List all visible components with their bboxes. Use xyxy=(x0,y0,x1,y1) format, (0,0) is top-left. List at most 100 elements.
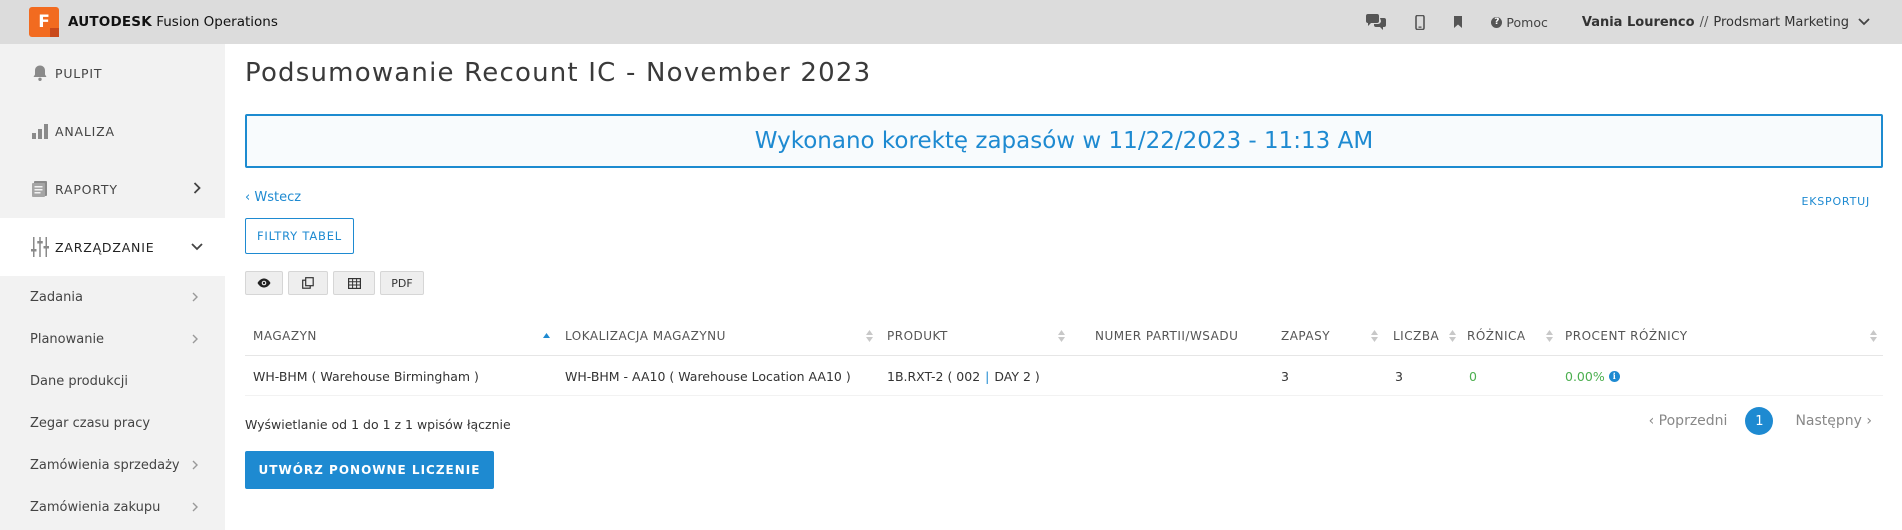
chevron-left-icon: ‹ xyxy=(245,190,255,205)
table-filters-button[interactable]: FILTRY TABEL xyxy=(245,218,354,254)
sidebar-sub-label: Zamówienia sprzedaży xyxy=(30,457,180,473)
chevron-right-icon xyxy=(192,460,198,470)
col-roznica[interactable]: RÓŻNICA xyxy=(1467,316,1526,356)
main-content: Podsumowanie Recount IC - November 2023 … xyxy=(225,44,1902,530)
sidebar-sub-dane-produkcji[interactable]: Dane produkcji xyxy=(0,360,225,402)
sidebar-item-label: ANALIZA xyxy=(55,123,115,139)
sidebar-sub-zadania[interactable]: Zadania xyxy=(0,276,225,318)
col-magazyn[interactable]: MAGAZYN xyxy=(253,316,317,356)
mobile-icon[interactable] xyxy=(1415,14,1426,30)
bar-chart-icon xyxy=(29,120,51,142)
top-bar: F AUTODESK Fusion Operations ? Pomoc Van… xyxy=(0,0,1902,44)
sort-asc-icon[interactable] xyxy=(542,328,551,344)
sidebar: PULPIT ANALIZA RAPORTY ZARZĄDZANIE Zadan… xyxy=(0,44,225,530)
sidebar-sub-zegar[interactable]: Zegar czasu pracy xyxy=(0,402,225,444)
prev-page-button[interactable]: ‹ Poprzedni xyxy=(1649,413,1728,429)
chevron-right-icon xyxy=(192,334,198,344)
pdf-button[interactable]: PDF xyxy=(380,271,424,295)
column-visibility-button[interactable] xyxy=(245,271,283,295)
prev-label: Poprzedni xyxy=(1658,413,1728,429)
chevron-down-icon xyxy=(191,243,203,251)
export-link[interactable]: EKSPORTUJ xyxy=(1802,195,1871,208)
sidebar-item-analiza[interactable]: ANALIZA xyxy=(0,102,225,160)
cell-lokalizacja: WH-BHM - AA10 ( Warehouse Location AA10 … xyxy=(565,368,851,384)
question-icon: ? xyxy=(1491,16,1503,28)
brand[interactable]: F AUTODESK Fusion Operations xyxy=(29,7,278,37)
sort-icon[interactable] xyxy=(1057,328,1066,344)
cell-liczba: 3 xyxy=(1395,368,1403,384)
chevron-right-icon xyxy=(192,292,198,302)
cell-produkt: 1B.RXT-2 ( 002 | DAY 2 ) xyxy=(887,356,1040,396)
user-menu[interactable]: Vania Lourenco // Prodsmart Marketing xyxy=(1582,15,1870,30)
sidebar-item-raporty[interactable]: RAPORTY xyxy=(0,160,225,218)
chevron-right-icon xyxy=(193,182,201,194)
back-link[interactable]: ‹ Wstecz xyxy=(245,190,301,205)
sidebar-sub-zamowienia-sprzedazy[interactable]: Zamówienia sprzedaży xyxy=(0,444,225,486)
cell-zapasy: 3 xyxy=(1281,368,1289,384)
pagination: ‹ Poprzedni 1 Następny › xyxy=(1649,407,1872,435)
excel-button[interactable] xyxy=(333,271,375,295)
copy-button[interactable] xyxy=(288,271,328,295)
sidebar-sub-label: Planowanie xyxy=(30,331,105,347)
col-produkt[interactable]: PRODUKT xyxy=(887,316,948,356)
sidebar-item-label: RAPORTY xyxy=(55,181,118,197)
help-link[interactable]: ? Pomoc xyxy=(1491,14,1548,30)
bell-icon xyxy=(29,62,51,84)
copy-icon xyxy=(302,277,314,289)
sidebar-item-label: PULPIT xyxy=(55,65,103,81)
chat-icon[interactable] xyxy=(1365,14,1387,30)
cell-procent: 0.00% i xyxy=(1565,356,1620,396)
bookmark-icon[interactable] xyxy=(1453,16,1463,28)
table-row: WH-BHM ( Warehouse Birmingham ) WH-BHM -… xyxy=(245,356,1883,396)
col-zapasy[interactable]: ZAPASY xyxy=(1281,316,1330,356)
create-recount-button[interactable]: UTWÓRZ PONOWNE LICZENIE xyxy=(245,451,494,489)
product-separator: | xyxy=(985,368,990,384)
product-day: DAY 2 ) xyxy=(994,368,1040,384)
sort-icon[interactable] xyxy=(1545,328,1554,344)
sidebar-sub-label: Zamówienia zakupu xyxy=(30,499,161,515)
sidebar-sub-zamowienia-zakupu[interactable]: Zamówienia zakupu xyxy=(0,486,225,528)
reports-icon xyxy=(29,178,51,200)
sidebar-item-pulpit[interactable]: PULPIT xyxy=(0,44,225,102)
cell-magazyn: WH-BHM ( Warehouse Birmingham ) xyxy=(253,368,479,384)
table-header-row: MAGAZYN LOKALIZACJA MAGAZYNU PRODUKT NUM… xyxy=(245,316,1883,356)
fusion-logo-icon: F xyxy=(29,7,59,37)
sidebar-sub-label: Zadania xyxy=(30,289,83,305)
page-1-button[interactable]: 1 xyxy=(1745,407,1774,435)
top-right-tools: ? Pomoc Vania Lourenco // Prodsmart Mark… xyxy=(1365,0,1902,44)
chevron-right-icon xyxy=(192,502,198,512)
sort-icon[interactable] xyxy=(865,328,874,344)
col-liczba[interactable]: LICZBA xyxy=(1393,316,1439,356)
adjustment-banner: Wykonano korektę zapasów w 11/22/2023 - … xyxy=(245,114,1883,168)
table-summary: Wyświetlanie od 1 do 1 z 1 wpisów łączni… xyxy=(245,417,511,432)
col-numer-partii[interactable]: NUMER PARTII/WSADU xyxy=(1095,316,1238,356)
user-separator: // xyxy=(1699,14,1709,30)
info-icon[interactable]: i xyxy=(1608,370,1620,382)
sliders-icon xyxy=(29,236,51,258)
col-lokalizacja[interactable]: LOKALIZACJA MAGAZYNU xyxy=(565,316,726,356)
help-label: Pomoc xyxy=(1506,14,1548,30)
sort-icon[interactable] xyxy=(1370,328,1379,344)
sidebar-sub-label: Zegar czasu pracy xyxy=(30,415,151,431)
percent-value: 0.00% xyxy=(1565,368,1605,384)
back-label: Wstecz xyxy=(254,190,302,205)
chevron-down-icon xyxy=(1858,18,1870,26)
sidebar-item-zarzadzanie[interactable]: ZARZĄDZANIE xyxy=(0,218,225,276)
sidebar-sub-planowanie[interactable]: Planowanie xyxy=(0,318,225,360)
user-name: Vania Lourenco xyxy=(1581,14,1695,30)
next-page-button[interactable]: Następny › xyxy=(1795,413,1872,429)
table-tools: PDF xyxy=(245,271,429,295)
cell-roznica: 0 xyxy=(1469,368,1477,384)
eye-icon xyxy=(257,278,271,288)
page-title: Podsumowanie Recount IC - November 2023 xyxy=(245,58,872,88)
sidebar-item-label: ZARZĄDZANIE xyxy=(55,239,155,255)
sort-icon[interactable] xyxy=(1448,328,1457,344)
next-label: Następny xyxy=(1795,413,1862,429)
recount-table: MAGAZYN LOKALIZACJA MAGAZYNU PRODUKT NUM… xyxy=(245,316,1883,396)
sidebar-sub-label: Dane produkcji xyxy=(30,373,129,389)
col-procent-roznicy[interactable]: PROCENT RÓŻNICY xyxy=(1565,316,1688,356)
sort-icon[interactable] xyxy=(1869,328,1878,344)
product-code: 1B.RXT-2 ( 002 xyxy=(887,368,981,384)
brand-name: AUTODESK Fusion Operations xyxy=(68,14,278,30)
table-icon xyxy=(347,277,361,289)
